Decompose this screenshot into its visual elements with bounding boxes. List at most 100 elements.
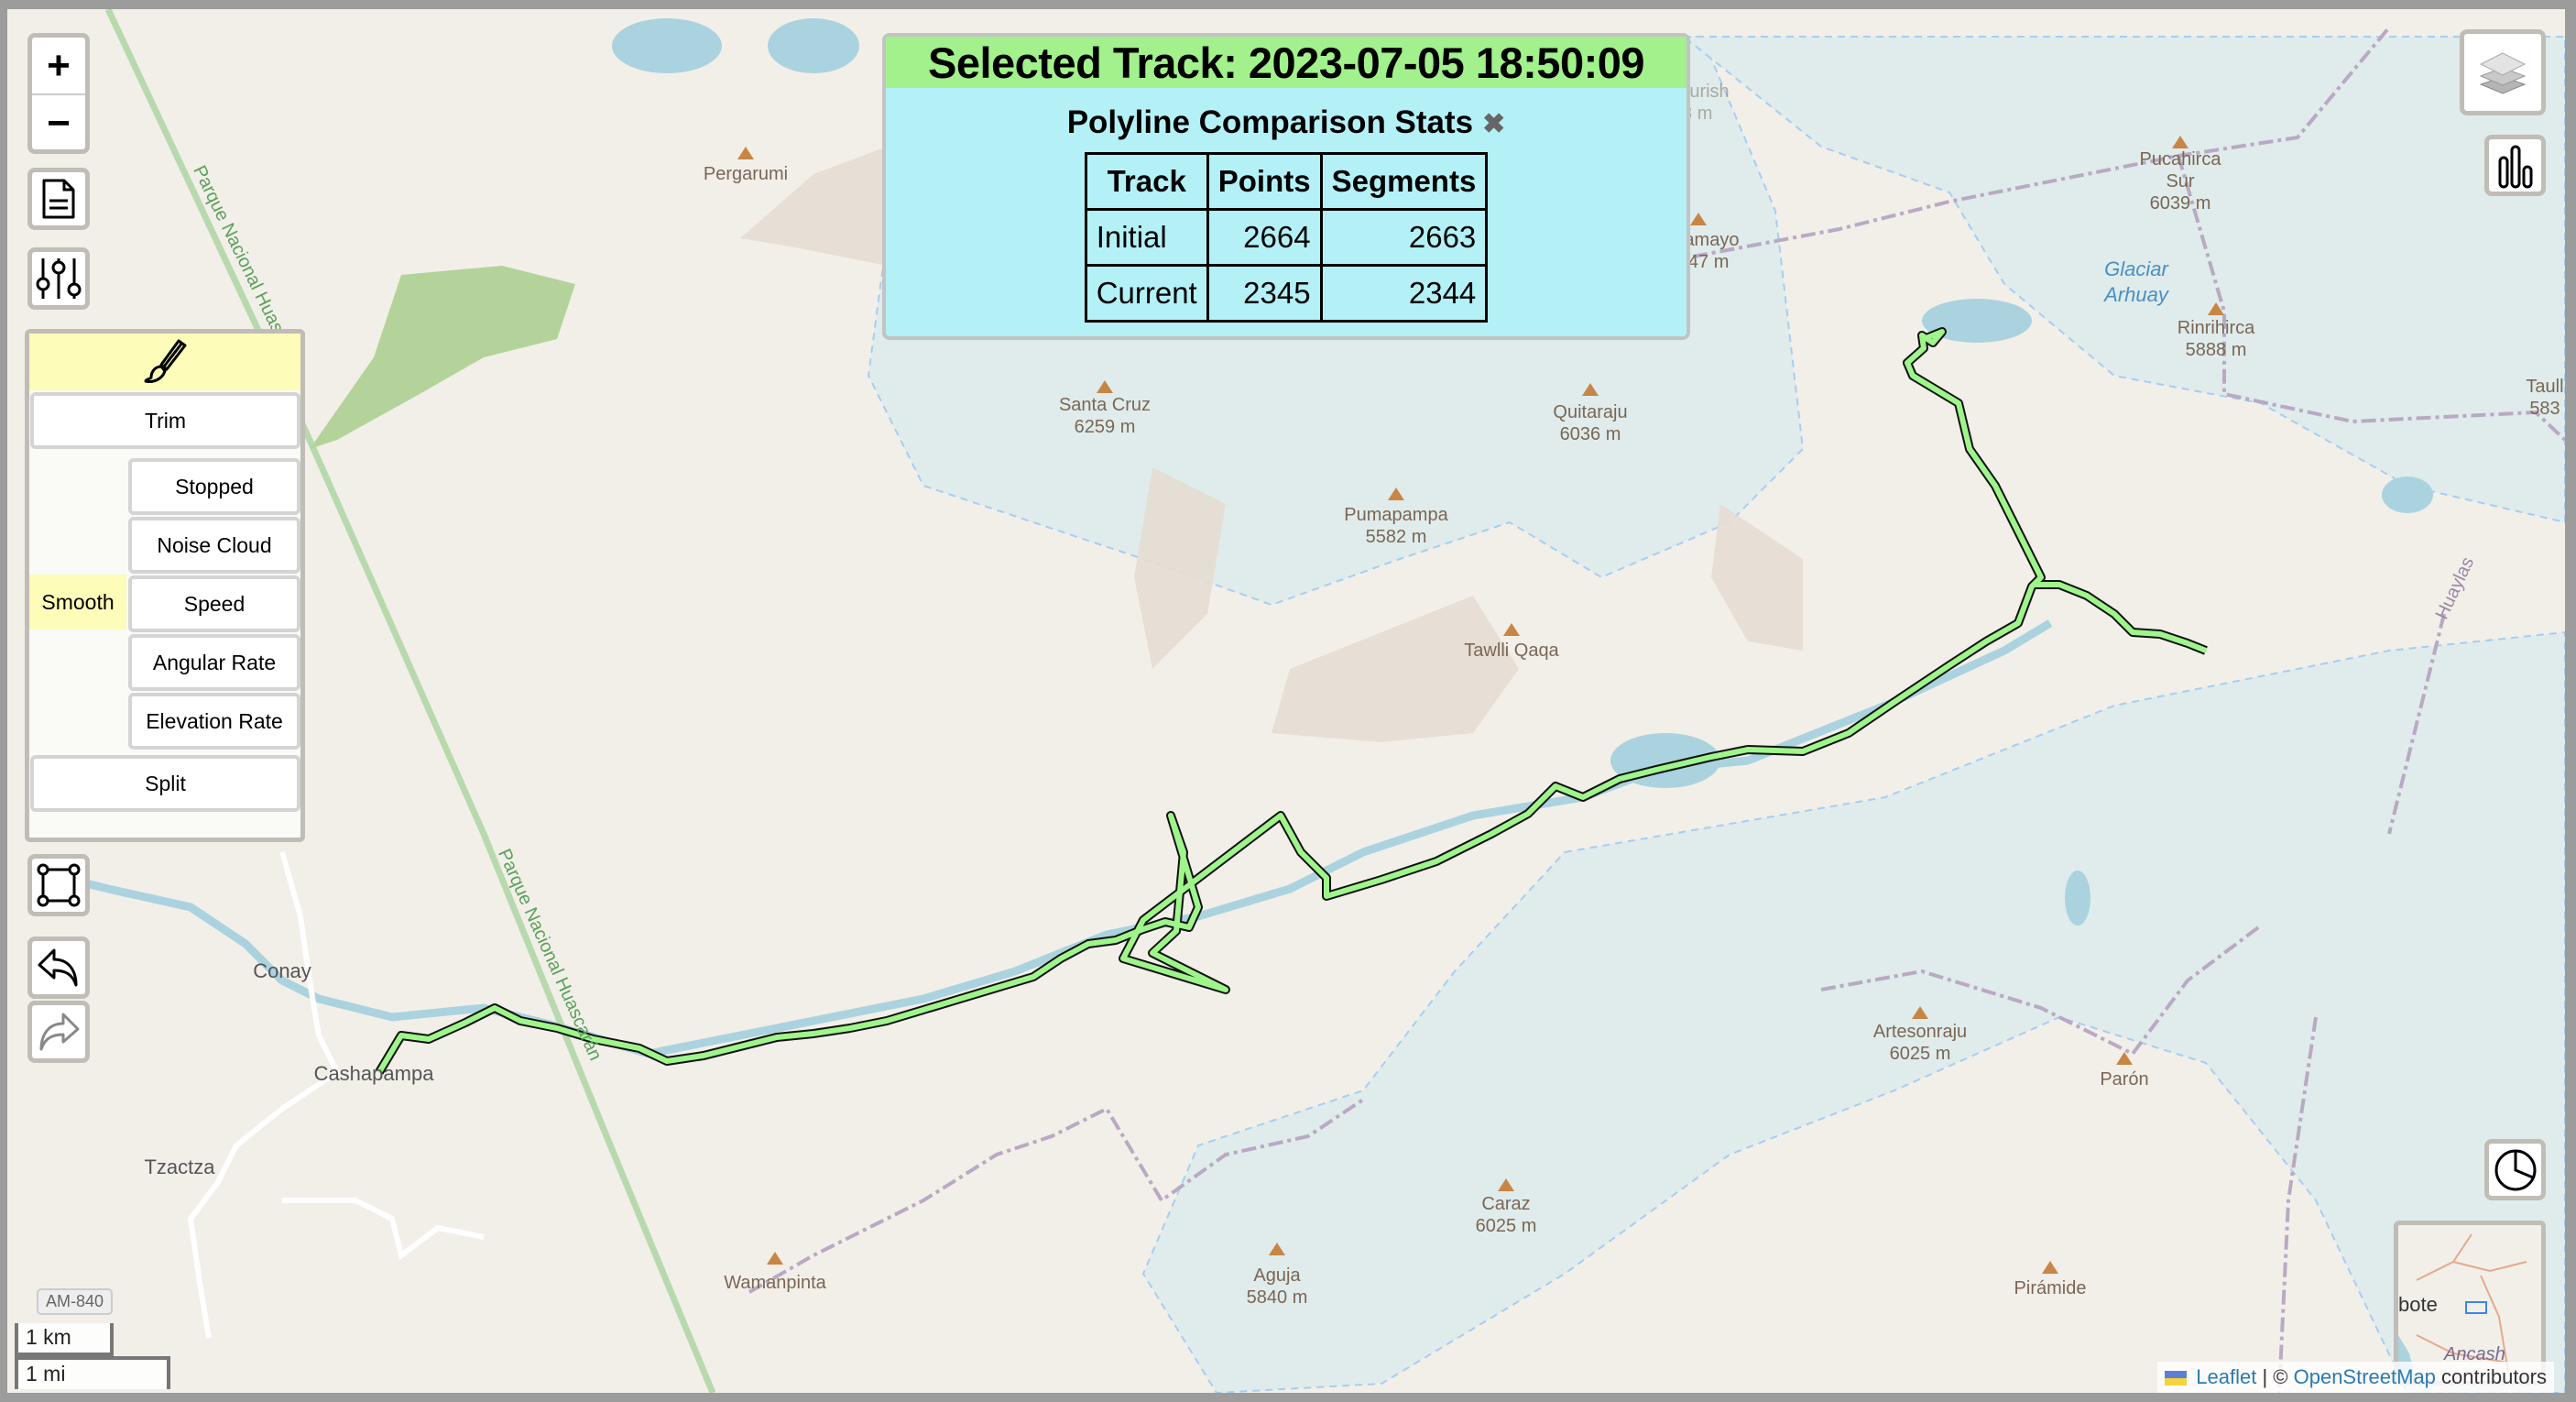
document-button[interactable] bbox=[27, 168, 90, 230]
layers-button[interactable] bbox=[2460, 29, 2546, 115]
speed-button[interactable]: Speed bbox=[128, 575, 300, 632]
label-pucahirca-sur-elev: 6039 m bbox=[2149, 193, 2211, 214]
peak-marker bbox=[1912, 1006, 1928, 1019]
track-cell: Initial bbox=[1084, 208, 1209, 267]
label-taulliraju-elev: 583 bbox=[2529, 399, 2560, 419]
leaflet-link[interactable]: Leaflet bbox=[2196, 1365, 2256, 1388]
zoom-control: + − bbox=[27, 33, 90, 154]
label-santa-cruz-elev: 6259 m bbox=[1074, 417, 1136, 437]
label-wamanpinta: Wamanpinta bbox=[724, 1273, 826, 1293]
statistics-button[interactable] bbox=[2484, 1139, 2546, 1200]
bounding-box-icon bbox=[37, 863, 81, 907]
lake bbox=[2065, 871, 2090, 926]
scale-metric: 1 km bbox=[15, 1323, 114, 1356]
layers-icon bbox=[2479, 52, 2527, 94]
minimap-label-town: bote bbox=[2398, 1293, 2438, 1316]
peak-marker bbox=[2208, 302, 2224, 315]
openstreetmap-link[interactable]: OpenStreetMap bbox=[2294, 1365, 2436, 1388]
track-cell: Current bbox=[1084, 264, 1209, 323]
stopped-button[interactable]: Stopped bbox=[128, 458, 300, 515]
peak-marker bbox=[2116, 1052, 2133, 1065]
label-pumapampa-elev: 5582 m bbox=[1365, 527, 1427, 547]
label-conay: Conay bbox=[253, 959, 311, 982]
label-rinrihirca-elev: 5888 m bbox=[2185, 340, 2247, 360]
peak-marker bbox=[1582, 383, 1599, 396]
selected-track-title: Selected Track: 2023-07-05 18:50:09 bbox=[886, 37, 1686, 88]
scree-area bbox=[1272, 596, 1519, 742]
label-santa-cruz: Santa Cruz bbox=[1058, 395, 1152, 415]
scree-area bbox=[1711, 504, 1803, 651]
stats-table: Track Points Segments Initial 2664 2663 … bbox=[1084, 152, 1489, 323]
angular-rate-button[interactable]: Angular Rate bbox=[128, 634, 300, 691]
column-header: Track bbox=[1084, 152, 1209, 211]
peak-marker bbox=[2042, 1261, 2058, 1274]
label-glaciar-arhuay-1: Glaciar bbox=[2104, 257, 2168, 280]
document-icon bbox=[42, 179, 75, 219]
label-caraz: Caraz bbox=[1481, 1194, 1531, 1214]
label-paron: Parón bbox=[2100, 1069, 2149, 1090]
lake bbox=[612, 18, 722, 73]
settings-button[interactable] bbox=[27, 247, 90, 310]
elevation-rate-button[interactable]: Elevation Rate bbox=[128, 693, 300, 750]
split-button[interactable]: Split bbox=[30, 755, 300, 812]
elevation-chart-button[interactable] bbox=[2484, 135, 2546, 196]
label-cashapampa: Cashapampa bbox=[313, 1062, 434, 1085]
glacier-area bbox=[1141, 630, 2565, 1393]
box-select-button[interactable] bbox=[27, 854, 90, 916]
zoom-in-button[interactable]: + bbox=[32, 38, 85, 95]
label-quitaraju-elev: 6036 m bbox=[1559, 424, 1621, 444]
bar-chart-icon bbox=[2498, 145, 2532, 188]
smooth-mode-label: Smooth bbox=[29, 575, 126, 630]
minimap[interactable]: bote Ancash bbox=[2394, 1221, 2546, 1386]
peak-marker bbox=[2172, 136, 2189, 148]
label-pumapampa: Pumapampa bbox=[1344, 505, 1448, 525]
smooth-panel-header[interactable] bbox=[29, 334, 300, 390]
redo-button[interactable] bbox=[27, 1001, 90, 1063]
peak-marker bbox=[767, 1252, 783, 1265]
label-tzactza: Tzactza bbox=[144, 1156, 215, 1178]
peak-marker bbox=[1269, 1243, 1285, 1255]
table-row: Initial 2664 2663 bbox=[1084, 208, 1489, 267]
label-artesonraju-elev: 6025 m bbox=[1889, 1044, 1951, 1064]
peak-marker bbox=[737, 147, 754, 159]
scree-area bbox=[1134, 467, 1226, 669]
stats-subtitle-row: Polyline Comparison Stats ✖ bbox=[886, 104, 1686, 145]
label-quitaraju: Quitaraju bbox=[1553, 402, 1628, 422]
column-header: Segments bbox=[1319, 152, 1489, 211]
road-shield: AM-840 bbox=[37, 1288, 114, 1315]
segments-cell: 2344 bbox=[1319, 264, 1489, 323]
table-header-row: Track Points Segments bbox=[1084, 152, 1489, 211]
label-pucahirca-sur-2: Sur bbox=[2166, 171, 2195, 192]
paintbrush-icon bbox=[144, 339, 187, 383]
zoom-out-button[interactable]: − bbox=[32, 95, 85, 149]
peak-marker bbox=[1498, 1178, 1514, 1191]
minimap-viewport bbox=[2465, 1301, 2487, 1314]
stats-panel: Selected Track: 2023-07-05 18:50:09 Poly… bbox=[882, 33, 1690, 340]
points-cell: 2345 bbox=[1206, 264, 1323, 323]
scale-imperial: 1 mi bbox=[15, 1356, 170, 1389]
road bbox=[282, 1198, 485, 1261]
peak-marker bbox=[1503, 623, 1520, 636]
trim-button[interactable]: Trim bbox=[30, 392, 300, 449]
label-piramide: Pirámide bbox=[2014, 1278, 2087, 1298]
label-aguja: Aguja bbox=[1253, 1265, 1301, 1286]
attribution-separator: | © bbox=[2262, 1365, 2288, 1388]
peak-marker bbox=[1690, 213, 1707, 225]
attribution: Leaflet | © OpenStreetMap contributors bbox=[2157, 1362, 2554, 1393]
close-icon[interactable]: ✖ bbox=[1482, 109, 1505, 139]
map-canvas[interactable]: Pergarumi Santa Cruz 6259 m Quitaraju 60… bbox=[7, 9, 2565, 1393]
label-artesonraju: Artesonraju bbox=[1872, 1022, 1968, 1042]
label-rinrihirca: Rinrihirca bbox=[2177, 318, 2255, 338]
label-glaciar-arhuay-2: Arhuay bbox=[2104, 283, 2168, 306]
lake bbox=[2382, 476, 2433, 513]
undo-button[interactable] bbox=[27, 936, 90, 999]
sliders-icon bbox=[36, 258, 82, 299]
stats-subtitle: Polyline Comparison Stats bbox=[1066, 104, 1474, 140]
column-header: Points bbox=[1206, 152, 1323, 211]
redo-icon bbox=[39, 1013, 80, 1051]
peak-marker bbox=[1388, 487, 1404, 500]
noise-cloud-button[interactable]: Noise Cloud bbox=[128, 517, 300, 574]
label-aguja-elev: 5840 m bbox=[1246, 1287, 1308, 1308]
pie-chart-icon bbox=[2494, 1149, 2536, 1190]
attribution-contributors: contributors bbox=[2441, 1365, 2547, 1388]
